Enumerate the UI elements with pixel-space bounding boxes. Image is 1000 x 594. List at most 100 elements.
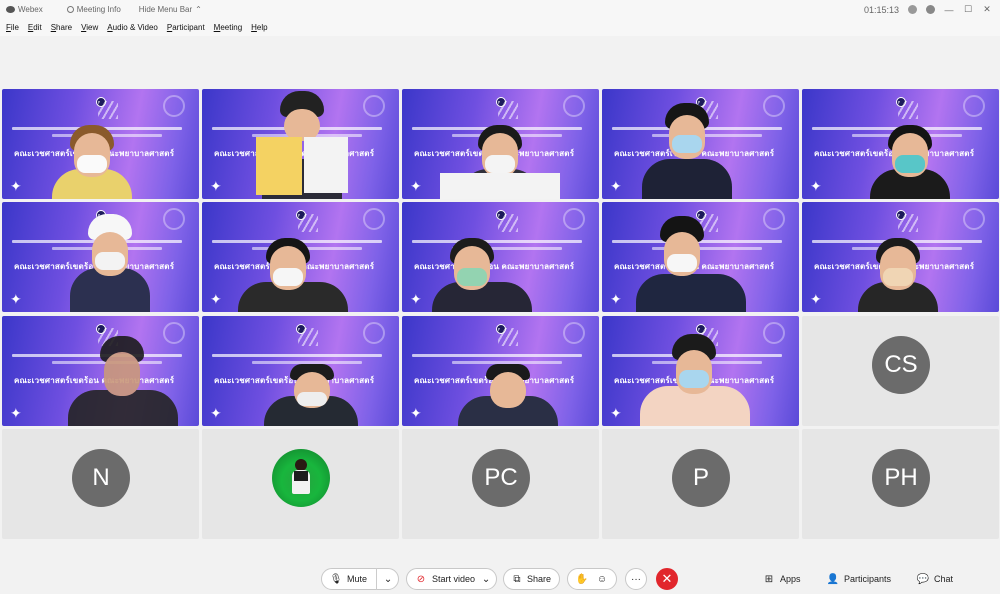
decorative-ring bbox=[963, 95, 985, 117]
participant-video bbox=[458, 356, 558, 426]
decorative-ring bbox=[163, 208, 185, 230]
video-tile[interactable]: คณะเวชศาสตร์เขตร้อน คณะพยาบาลศาสตร์ ✦ bbox=[402, 202, 599, 312]
decorative-stripes bbox=[98, 101, 118, 119]
more-icon: ··· bbox=[631, 573, 641, 585]
video-tile[interactable]: คณะเวชศาสตร์เขตร้อน คณะพยาบาลศาสตร์ ✦ bbox=[402, 316, 599, 426]
participant-tile[interactable]: PH bbox=[802, 429, 999, 539]
status-icon[interactable] bbox=[908, 5, 917, 14]
reactions-icon[interactable]: ☺ bbox=[596, 573, 608, 585]
sparkle-icon: ✦ bbox=[210, 178, 222, 194]
participant-video bbox=[70, 208, 150, 312]
chat-icon: 💬 bbox=[916, 573, 930, 585]
video-tile[interactable]: คณะเวชศาสตร์เขตร้อน คณะพยาบาลศาสตร์ ✦ bbox=[2, 316, 199, 426]
participant-video bbox=[238, 222, 348, 312]
menu-share[interactable]: Share bbox=[51, 23, 72, 32]
menu-participant[interactable]: Participant bbox=[167, 23, 205, 32]
menu-help[interactable]: Help bbox=[251, 23, 267, 32]
sparkle-icon: ✦ bbox=[410, 405, 422, 421]
participant-video bbox=[440, 113, 560, 199]
video-tile[interactable]: คณะเวชศาสตร์เขตร้อน คณะพยาบาลศาสตร์ ✦ bbox=[402, 89, 599, 199]
chat-button[interactable]: 💬 Chat bbox=[917, 568, 953, 590]
video-tile[interactable]: คณะเวชศาสตร์เขตร้อน คณะพยาบาลศาสตร์ ✦ bbox=[2, 89, 199, 199]
menu-view[interactable]: View bbox=[81, 23, 98, 32]
participants-icon: 👤 bbox=[826, 573, 840, 585]
menu-meeting[interactable]: Meeting bbox=[214, 23, 242, 32]
maximize-icon[interactable]: ☐ bbox=[963, 4, 973, 15]
video-tile[interactable]: คณะเวชศาสตร์เขตร้อน คณะพยาบาลศาสตร์ ✦ bbox=[202, 202, 399, 312]
decorative-ring bbox=[563, 208, 585, 230]
close-icon: ✕ bbox=[661, 571, 673, 586]
microphone-icon: 🎙 bbox=[329, 573, 343, 585]
decorative-ring bbox=[363, 95, 385, 117]
decorative-ring bbox=[363, 208, 385, 230]
sparkle-icon: ✦ bbox=[810, 291, 822, 307]
sparkle-icon: ✦ bbox=[410, 291, 422, 307]
participant-video bbox=[858, 228, 938, 312]
video-tile[interactable]: คณะเวชศาสตร์เขตร้อน คณะพยาบาลศาสตร์ ✦ bbox=[602, 89, 799, 199]
meeting-info-button[interactable]: Meeting Info bbox=[66, 5, 121, 14]
sparkle-icon: ✦ bbox=[210, 405, 222, 421]
participant-tile[interactable]: P bbox=[602, 429, 799, 539]
sparkle-icon: ✦ bbox=[410, 178, 422, 194]
participant-video bbox=[68, 330, 178, 426]
menu-edit[interactable]: Edit bbox=[28, 23, 42, 32]
video-tile[interactable]: คณะเวชศาสตร์เขตร้อน คณะพยาบาลศาสตร์ ✦ bbox=[202, 316, 399, 426]
participant-avatar: P bbox=[672, 449, 730, 507]
minimize-icon[interactable]: — bbox=[944, 5, 954, 15]
avatar-photo-vest bbox=[294, 471, 308, 481]
chevron-down-icon[interactable]: ⌄ bbox=[480, 573, 492, 585]
participant-tile[interactable]: PC bbox=[402, 429, 599, 539]
participant-video bbox=[642, 99, 732, 199]
participant-video bbox=[636, 214, 746, 312]
participant-tile[interactable]: N bbox=[2, 429, 199, 539]
decorative-ring bbox=[363, 322, 385, 344]
raise-hand-icon[interactable]: ✋ bbox=[576, 573, 588, 585]
camera-off-icon: ⊘ bbox=[416, 573, 426, 585]
participant-tile[interactable]: CS bbox=[802, 316, 999, 426]
apps-icon: ⊞ bbox=[764, 573, 774, 585]
decorative-stripes bbox=[498, 328, 518, 346]
decorative-stripes bbox=[298, 328, 318, 346]
video-tile[interactable]: คณะเวชศาสตร์เขตร้อน คณะพยาบาลศาสตร์ ✦ bbox=[202, 89, 399, 199]
decorative-ring bbox=[963, 208, 985, 230]
participant-video bbox=[432, 226, 532, 312]
apps-label: Apps bbox=[780, 574, 801, 584]
video-tile[interactable]: คณะเวชศาสตร์เขตร้อน คณะพยาบาลศาสตร์ ✦ bbox=[602, 316, 799, 426]
video-tile[interactable]: คณะเวชศาสตร์เขตร้อน คณะพยาบาลศาสตร์ ✦ bbox=[802, 202, 999, 312]
sparkle-icon: ✦ bbox=[610, 178, 622, 194]
account-icon[interactable] bbox=[926, 5, 935, 14]
app-title: Webex bbox=[6, 5, 43, 14]
app-name: Webex bbox=[18, 5, 43, 14]
start-video-label: Start video bbox=[432, 574, 476, 584]
close-icon[interactable]: ✕ bbox=[982, 4, 992, 15]
participant-video bbox=[256, 89, 348, 199]
video-tile[interactable]: คณะเวชศาสตร์เขตร้อน คณะพยาบาลศาสตร์ ✦ bbox=[602, 202, 799, 312]
mute-label: Mute bbox=[347, 574, 368, 584]
more-options-button[interactable]: ··· bbox=[625, 568, 647, 590]
video-tile[interactable]: คณะเวชศาสตร์เขตร้อน คณะพยาบาลศาสตร์ ✦ bbox=[2, 202, 199, 312]
decorative-ring bbox=[163, 95, 185, 117]
leave-meeting-button[interactable]: ✕ bbox=[656, 568, 678, 590]
chevron-down-icon[interactable]: ⌄ bbox=[382, 573, 394, 585]
sparkle-icon: ✦ bbox=[610, 291, 622, 307]
decorative-ring bbox=[763, 322, 785, 344]
sparkle-icon: ✦ bbox=[810, 178, 822, 194]
menu-file[interactable]: File bbox=[6, 23, 19, 32]
meeting-controls: 🎙 Mute ⌄ ⊘ Start video ⌄ ⧉ Share ✋ ☺ ···… bbox=[0, 562, 1000, 594]
chat-label: Chat bbox=[934, 574, 954, 584]
menu-bar: File Edit Share View Audio & Video Parti… bbox=[0, 19, 1000, 36]
participant-video bbox=[870, 115, 950, 199]
hide-menu-bar-button[interactable]: Hide Menu Bar ⌃ bbox=[139, 5, 202, 14]
decorative-ring bbox=[563, 322, 585, 344]
info-icon bbox=[66, 6, 74, 13]
mute-button[interactable]: 🎙 Mute ⌄ bbox=[321, 568, 399, 590]
start-video-button[interactable]: ⊘ Start video ⌄ bbox=[406, 568, 497, 590]
video-tile[interactable]: คณะเวชศาสตร์เขตร้อน คณะพยาบาลศาสตร์ ✦ bbox=[802, 89, 999, 199]
share-button[interactable]: ⧉ Share bbox=[503, 568, 560, 590]
apps-button[interactable]: ⊞ Apps bbox=[763, 568, 801, 590]
participants-label: Participants bbox=[844, 574, 892, 584]
participant-tile[interactable] bbox=[202, 429, 399, 539]
meeting-clock: 01:15:13 bbox=[863, 4, 899, 15]
participants-button[interactable]: 👤 Participants bbox=[827, 568, 891, 590]
menu-audio-video[interactable]: Audio & Video bbox=[107, 23, 158, 32]
